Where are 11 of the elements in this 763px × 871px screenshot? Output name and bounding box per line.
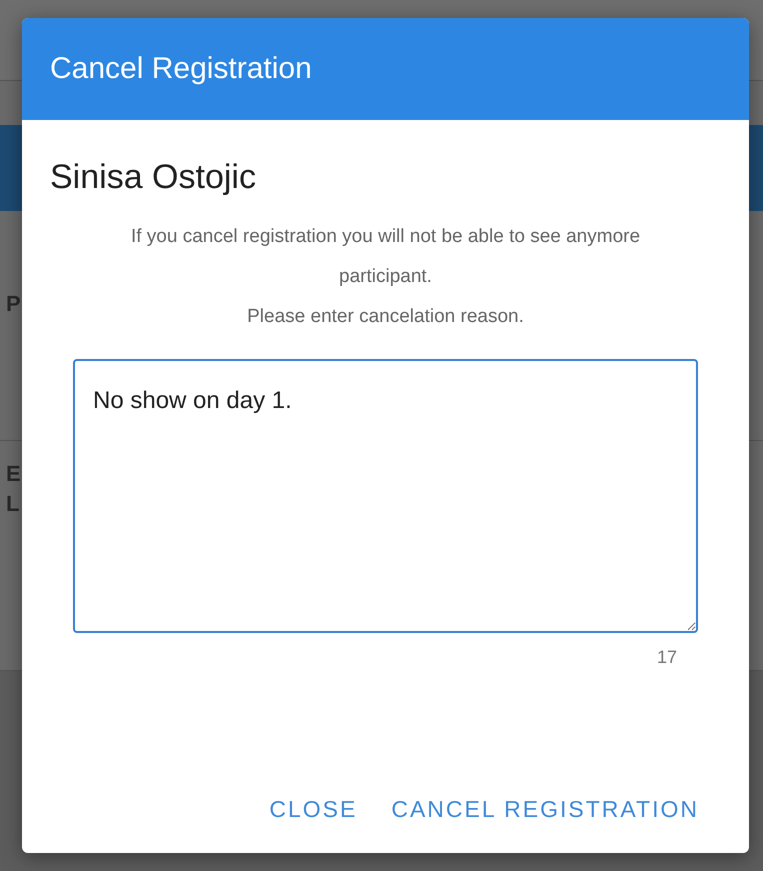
- reason-field[interactable]: No show on day 1.: [73, 359, 698, 633]
- participant-name: Sinisa Ostojic: [50, 158, 257, 197]
- background-text: E: [5, 461, 22, 487]
- message-text: Please enter cancelation reason.: [246, 305, 525, 329]
- dialog-button[interactable]: CANCEL REGISTRATION: [379, 788, 711, 831]
- background-text: L: [5, 491, 20, 517]
- character-counter: 17: [656, 647, 677, 668]
- message-text: If you cancel registration you will not be able to see anymore participant.: [130, 225, 642, 289]
- dialog-title: Cancel Registration: [50, 52, 312, 86]
- dialog-button[interactable]: CLOSE: [257, 788, 370, 831]
- background-text: P: [5, 291, 22, 317]
